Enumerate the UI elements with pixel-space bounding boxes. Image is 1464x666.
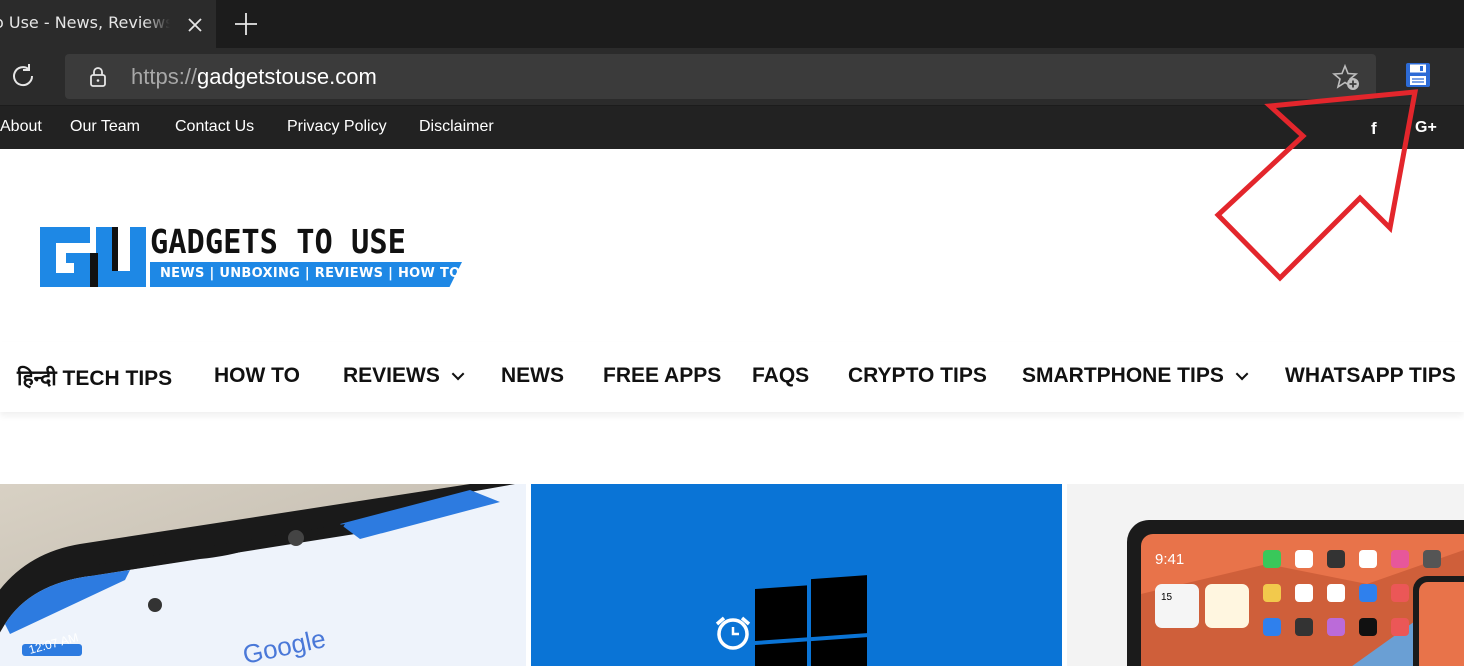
browser-tab-strip: o Use - News, Reviews, Unboxing <box>0 0 1464 48</box>
reload-icon[interactable] <box>8 61 38 91</box>
browser-tab[interactable]: o Use - News, Reviews, Unboxing <box>0 0 216 48</box>
nav-item-free-apps[interactable]: FREE APPS <box>603 364 721 388</box>
article-card-phone[interactable]: 12:07 AM Google <box>0 484 526 666</box>
nav-item-smartphone-tips[interactable]: SMARTPHONE TIPS <box>1022 364 1249 388</box>
chevron-down-icon <box>1235 367 1249 381</box>
article-card-ipad[interactable]: 9:41 15 <box>1067 484 1464 666</box>
red-annotation-arrow-icon <box>1214 89 1419 282</box>
topbar-link-privacy-policy[interactable]: Privacy Policy <box>287 118 387 136</box>
url-scheme: https:// <box>131 64 198 89</box>
nav-label: हिन्दी TECH TIPS <box>17 367 173 390</box>
nav-item-faqs[interactable]: FAQS <box>752 364 809 388</box>
close-icon[interactable] <box>184 14 206 36</box>
nav-label: WHATSAPP TIPS <box>1285 364 1456 387</box>
nav-label: NEWS <box>501 364 564 387</box>
gu-logo-mark <box>40 227 146 287</box>
ipad-thumbnail: 9:41 15 <box>1067 484 1464 666</box>
topbar-link-contact-us[interactable]: Contact Us <box>175 118 254 136</box>
nav-label: REVIEWS <box>343 364 440 387</box>
nav-label: HOW TO <box>214 364 300 387</box>
windows-thumbnail <box>531 484 1062 666</box>
topbar-link-disclaimer[interactable]: Disclaimer <box>419 118 494 136</box>
topbar-link-our-team[interactable]: Our Team <box>70 118 140 136</box>
ipad-time-text: 9:41 <box>1155 551 1184 568</box>
chevron-down-icon <box>451 367 465 381</box>
article-card-windows[interactable] <box>531 484 1062 666</box>
site-logo[interactable]: GADGETS TO USE NEWS | UNBOXING | REVIEWS… <box>38 222 474 291</box>
url-host: gadgetstouse.com <box>197 64 377 89</box>
nav-item-how-to[interactable]: HOW TO <box>214 364 300 388</box>
logo-tagline: NEWS | UNBOXING | REVIEWS | HOW TO'S <box>160 266 475 281</box>
ipad-widget-number: 15 <box>1161 592 1173 603</box>
logo-title: GADGETS TO USE <box>150 222 406 261</box>
main-navigation: हिन्दी TECH TIPS HOW TO REVIEWS NEWS FRE… <box>0 342 1464 412</box>
nav-item-whatsapp-tips[interactable]: WHATSAPP TIPS <box>1285 364 1456 388</box>
nav-label: FAQS <box>752 364 810 387</box>
url-text[interactable]: https://gadgetstouse.com <box>131 64 377 90</box>
nav-item-hindi-tech-tips[interactable]: हिन्दी TECH TIPS <box>17 364 172 392</box>
lock-icon[interactable] <box>88 66 108 88</box>
phone-thumbnail: 12:07 AM Google <box>0 484 526 666</box>
new-tab-plus-icon[interactable] <box>233 11 259 37</box>
nav-label: SMARTPHONE TIPS <box>1022 364 1224 387</box>
nav-label: FREE APPS <box>603 364 722 387</box>
nav-item-reviews[interactable]: REVIEWS <box>343 364 465 388</box>
topbar-link-about[interactable]: About <box>0 118 42 136</box>
nav-item-crypto-tips[interactable]: CRYPTO TIPS <box>848 364 987 388</box>
nav-item-news[interactable]: NEWS <box>501 364 564 388</box>
address-bar[interactable]: https://gadgetstouse.com <box>65 54 1376 99</box>
tab-title: o Use - News, Reviews, Unboxing <box>0 13 170 32</box>
nav-label: CRYPTO TIPS <box>848 364 987 387</box>
